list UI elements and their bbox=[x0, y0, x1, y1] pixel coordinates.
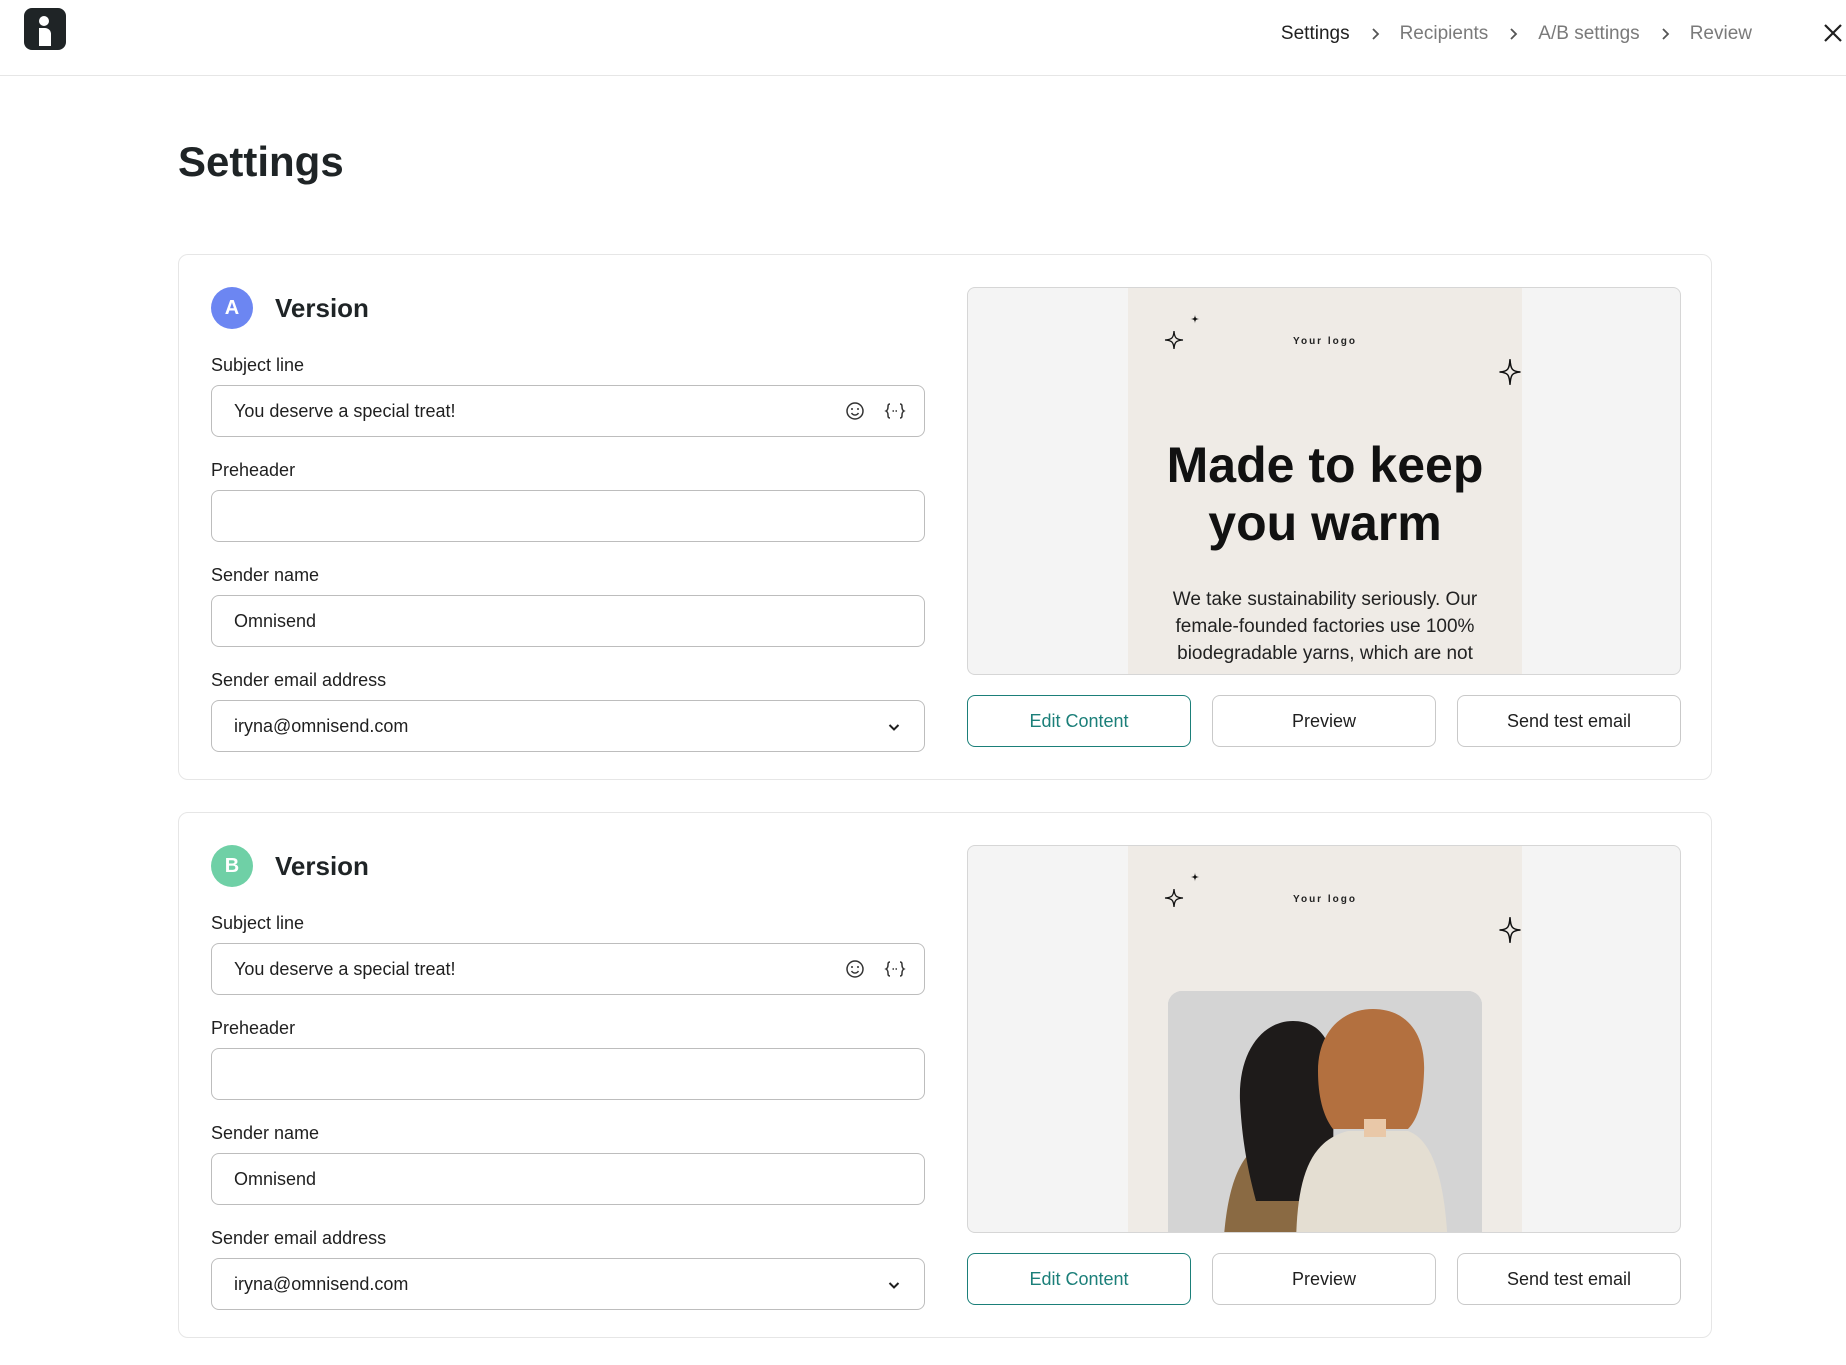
top-bar: Settings Recipients A/B settings Review bbox=[0, 0, 1846, 76]
sender-name-label: Sender name bbox=[211, 1123, 320, 1143]
preheader-label: Preheader bbox=[211, 460, 296, 480]
breadcrumb-step-settings[interactable]: Settings bbox=[1281, 23, 1350, 45]
subject-line-label: Subject line bbox=[211, 355, 305, 375]
sparkle-icon bbox=[1499, 359, 1521, 385]
sender-name-input[interactable]: Omnisend bbox=[211, 595, 925, 647]
subject-line-value: You deserve a special treat! bbox=[234, 958, 456, 979]
chevron-down-icon bbox=[886, 1277, 902, 1293]
version-a-card: A Version Subject line You deserve a spe… bbox=[178, 254, 1712, 780]
breadcrumb-step-recipients[interactable]: Recipients bbox=[1400, 23, 1489, 45]
email-preview: Your logo Made to keep you warm We take … bbox=[967, 287, 1681, 675]
subject-line-value: You deserve a special treat! bbox=[234, 400, 456, 421]
version-title: Version bbox=[275, 292, 369, 323]
chevron-down-icon bbox=[886, 719, 902, 735]
email-logo-text: Your logo bbox=[1293, 336, 1357, 347]
email-logo-text: Your logo bbox=[1293, 894, 1357, 905]
version-badge: B bbox=[211, 845, 253, 887]
breadcrumb-step-review[interactable]: Review bbox=[1690, 23, 1752, 45]
preview-button[interactable]: Preview bbox=[1212, 695, 1436, 747]
email-preview-content: Your logo Made to keep you warm We take … bbox=[1128, 288, 1522, 674]
emoji-icon[interactable] bbox=[844, 400, 866, 422]
sender-email-label: Sender email address bbox=[211, 670, 387, 690]
preheader-input[interactable] bbox=[211, 1048, 925, 1100]
sender-name-value: Omnisend bbox=[234, 1168, 317, 1189]
chevron-right-icon bbox=[1368, 27, 1382, 41]
sparkle-icon bbox=[1190, 314, 1200, 324]
send-test-email-button[interactable]: Send test email bbox=[1457, 695, 1681, 747]
sparkle-icon bbox=[1190, 872, 1200, 882]
subject-line-input[interactable]: You deserve a special treat! bbox=[211, 385, 925, 437]
personalization-tag-icon[interactable] bbox=[884, 400, 906, 422]
sparkle-icon bbox=[1499, 917, 1521, 943]
subject-line-label: Subject line bbox=[211, 913, 305, 933]
sender-email-select[interactable]: iryna@omnisend.com bbox=[211, 700, 925, 752]
edit-content-button[interactable]: Edit Content bbox=[967, 695, 1191, 747]
email-headline: Made to keep you warm bbox=[1166, 437, 1484, 551]
sender-name-value: Omnisend bbox=[234, 610, 317, 631]
breadcrumb-step-ab-settings[interactable]: A/B settings bbox=[1538, 23, 1639, 45]
email-body-text: We take sustainability seriously. Our fe… bbox=[1172, 589, 1478, 664]
chevron-right-icon bbox=[1658, 27, 1672, 41]
email-preview: Your logo bbox=[967, 845, 1681, 1233]
sender-email-value: iryna@omnisend.com bbox=[234, 1273, 409, 1294]
sender-email-label: Sender email address bbox=[211, 1228, 387, 1248]
personalization-tag-icon[interactable] bbox=[884, 958, 906, 980]
page-title: Settings bbox=[178, 138, 344, 185]
sender-email-select[interactable]: iryna@omnisend.com bbox=[211, 1258, 925, 1310]
preheader-label: Preheader bbox=[211, 1018, 296, 1038]
emoji-icon[interactable] bbox=[844, 958, 866, 980]
edit-content-button[interactable]: Edit Content bbox=[967, 1253, 1191, 1305]
close-icon[interactable] bbox=[1822, 22, 1844, 44]
preview-button[interactable]: Preview bbox=[1212, 1253, 1436, 1305]
send-test-email-button[interactable]: Send test email bbox=[1457, 1253, 1681, 1305]
subject-line-input[interactable]: You deserve a special treat! bbox=[211, 943, 925, 995]
preheader-input[interactable] bbox=[211, 490, 925, 542]
omnisend-logo-icon[interactable] bbox=[24, 8, 66, 50]
sender-email-value: iryna@omnisend.com bbox=[234, 715, 409, 736]
version-b-card: B Version Subject line You deserve a spe… bbox=[178, 812, 1712, 1338]
chevron-right-icon bbox=[1506, 27, 1520, 41]
email-preview-content: Your logo bbox=[1128, 846, 1522, 1232]
breadcrumb: Settings Recipients A/B settings Review bbox=[1281, 23, 1752, 45]
sender-name-label: Sender name bbox=[211, 565, 320, 585]
version-badge: A bbox=[211, 287, 253, 329]
sender-name-input[interactable]: Omnisend bbox=[211, 1153, 925, 1205]
two-women-in-sweaters-photo bbox=[1168, 991, 1482, 1232]
version-title: Version bbox=[275, 850, 369, 881]
